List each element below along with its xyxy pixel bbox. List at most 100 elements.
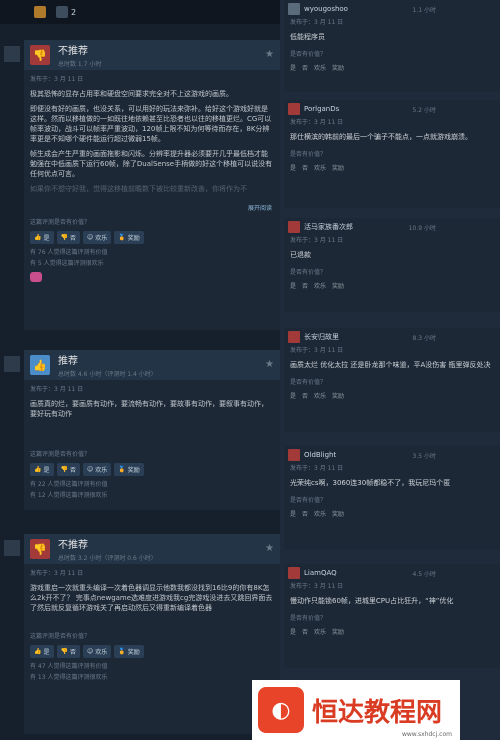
helpful-question: 是否有价值？ (290, 151, 327, 158)
helpful-question: 是否有价值？ (290, 615, 327, 622)
helpful-count: 有 22 人觉得这篇评测有价值 (30, 481, 108, 488)
vote-funny-label: 欢乐 (95, 467, 108, 474)
vote-funny-button[interactable]: ☺ 欢乐 (83, 645, 112, 658)
helpful-count: 有 47 人觉得这篇评测有价值 (30, 663, 108, 670)
award-button[interactable]: 奖励 (332, 391, 344, 400)
topbar-item[interactable] (34, 6, 46, 18)
review-body: 游戏重启一次就重头编译一次着色器调显示他数我都没找到16比9的你有8K怎么2k开… (24, 581, 280, 620)
vote-yes-button[interactable]: 是 (290, 281, 296, 290)
vote-funny-button[interactable]: 欢乐 (314, 627, 326, 636)
award-button[interactable]: 🏅 奖励 (114, 463, 144, 476)
review-hours: 总时数 4.6 小时（评测时 1.4 小时） (58, 371, 157, 378)
vote-no-button[interactable]: 👎 否 (56, 645, 80, 658)
avatar[interactable] (288, 3, 300, 15)
avatar[interactable] (288, 103, 300, 115)
avatar[interactable] (4, 356, 20, 372)
award-badge-icon (30, 272, 42, 282)
vote-no-button[interactable]: 否 (302, 281, 308, 290)
comment-text: 那仕横滨的韩前的最后一个骗子不能点，一点就游戏崩溃。 (290, 133, 472, 141)
vote-yes-label: 是 (43, 649, 50, 656)
vote-yes-button[interactable]: 是 (290, 163, 296, 172)
vote-funny-button[interactable]: 欢乐 (314, 281, 326, 290)
vote-no-button[interactable]: 否 (302, 163, 308, 172)
vote-funny-button[interactable]: 欢乐 (314, 509, 326, 518)
comment-hours: 5.2 小时 (412, 106, 436, 114)
review-body: 画质真的烂，要画质有动作，要流畅有动作，要故事有动作，要叙事有动作，要好玩有动作 (24, 397, 280, 426)
vote-yes-button[interactable]: 👍 是 (30, 645, 54, 658)
review-paragraph: 即便没有好的画质，也没关系，可以用好的玩法来弥补。给好这个游戏好就是这样。然而以… (30, 105, 272, 143)
star-icon[interactable]: ★ (265, 543, 274, 554)
review-paragraph: 游戏重启一次就重头编译一次着色器调显示他数我都没找到16比9的你有8K怎么2k开… (30, 584, 273, 612)
award-button[interactable]: 奖励 (332, 627, 344, 636)
avatar[interactable] (288, 221, 300, 233)
comment-author[interactable]: 长安归故里 (304, 332, 339, 342)
vote-funny-button[interactable]: 欢乐 (314, 63, 326, 72)
vote-funny-button[interactable]: ☺ 欢乐 (83, 231, 112, 244)
vote-buttons: 👍 是 👎 否 ☺ 欢乐 🏅 奖励 (24, 461, 280, 478)
vote-no-label: 否 (69, 467, 76, 474)
vote-yes-button[interactable]: 是 (290, 391, 296, 400)
vote-no-button[interactable]: 👎 否 (56, 463, 80, 476)
helpful-count: 有 76 人觉得这篇评测有价值 (30, 249, 108, 256)
vote-funny-label: 欢乐 (95, 649, 108, 656)
comment-author[interactable]: wyougoshoo (304, 5, 348, 13)
vote-no-button[interactable]: 否 (302, 627, 308, 636)
award-button[interactable]: 🏅 奖励 (114, 231, 144, 244)
comment-author[interactable]: LiamQAQ (304, 569, 337, 577)
comment-posted-date: 发布于：3 月 11 日 (290, 583, 344, 590)
award-button[interactable]: 奖励 (332, 281, 344, 290)
vote-no-button[interactable]: 否 (302, 509, 308, 518)
vote-funny-button[interactable]: 欢乐 (314, 391, 326, 400)
comment-author[interactable]: 活马家族番次郎 (304, 222, 353, 232)
award-label: 奖励 (127, 467, 140, 474)
vote-no-button[interactable]: 否 (302, 391, 308, 400)
award-icon: 🏅 (118, 648, 126, 655)
review-body: 极其恐怖的显存占用率和硬盘空间要求完全对不上这游戏的画质。 即便没有好的画质，也… (24, 87, 280, 201)
award-button[interactable]: 奖励 (332, 163, 344, 172)
review-paragraph: 帧生成会产生严重的画面拖影和闪烁。分辨率提升器必须要开几乎最低档才能勉强在中低画… (30, 150, 273, 178)
comment-hours: 8.3 小时 (412, 334, 436, 342)
helpful-question: 是否有价值？ (290, 269, 327, 276)
review-card: 👎 不推荐 总时数 1.7 小时 ★ 发布于：3 月 11 日 极其恐怖的显存占… (24, 40, 280, 330)
vote-no-button[interactable]: 否 (302, 63, 308, 72)
comment-author[interactable]: OldBlight (304, 451, 336, 459)
expand-review-link[interactable]: 展开阅读 (24, 201, 280, 214)
award-button[interactable]: 奖励 (332, 63, 344, 72)
vote-yes-button[interactable]: 是 (290, 509, 296, 518)
vote-yes-label: 是 (43, 235, 50, 242)
notification-icon (34, 6, 46, 18)
watermark-text: 恒达教程网 (312, 697, 443, 728)
topbar-item-count[interactable]: 2 (56, 6, 76, 18)
review-card: 👎 不推荐 总时数 3.2 小时（评测时 0.6 小时） ★ 发布于：3 月 1… (24, 534, 280, 734)
thumbs-up-icon: 👍 (30, 355, 50, 375)
award-button[interactable]: 🏅 奖励 (114, 645, 144, 658)
comment-text: 光荣纯cs啊，3060连30帧都稳不了，我玩尼玛个匿 (290, 479, 451, 487)
vote-yes-button[interactable]: 是 (290, 627, 296, 636)
avatar[interactable] (288, 331, 300, 343)
vote-no-button[interactable]: 👎 否 (56, 231, 80, 244)
avatar[interactable] (4, 540, 20, 556)
helpful-question: 是否有价值？ (290, 379, 327, 386)
star-icon[interactable]: ★ (265, 359, 274, 370)
thumbs-down-icon: 👎 (30, 539, 50, 559)
avatar[interactable] (4, 46, 20, 62)
vote-yes-button[interactable]: 是 (290, 63, 296, 72)
thumbs-down-icon: 👎 (60, 648, 68, 655)
avatar[interactable] (288, 449, 300, 461)
vote-funny-button[interactable]: ☺ 欢乐 (83, 463, 112, 476)
review-header: 👎 不推荐 总时数 3.2 小时（评测时 0.6 小时） ★ (24, 534, 280, 564)
comment-text: 低能程序员 (290, 33, 325, 41)
vote-row: 是否欢乐 奖励 (288, 161, 496, 174)
funny-count: 有 13 人觉得这篇评测很欢乐 (30, 674, 108, 681)
star-icon[interactable]: ★ (265, 49, 274, 60)
comment-card: OldBlight 3.5 小时 发布于：3 月 11 日 光荣纯cs啊，3060… (284, 446, 500, 550)
vote-yes-button[interactable]: 👍 是 (30, 463, 54, 476)
comment-posted-date: 发布于：3 月 11 日 (290, 347, 344, 354)
comment-card: LiamQAQ 4.5 小时 发布于：3 月 11 日 慢动作只能锁60帧，进城里… (284, 564, 500, 668)
watermark-logo: ◐ 恒达教程网 www.sxhdcj.com (252, 680, 460, 740)
vote-yes-button[interactable]: 👍 是 (30, 231, 54, 244)
award-button[interactable]: 奖励 (332, 509, 344, 518)
comment-author[interactable]: PorlganDs (304, 105, 339, 113)
avatar[interactable] (288, 567, 300, 579)
vote-funny-button[interactable]: 欢乐 (314, 163, 326, 172)
